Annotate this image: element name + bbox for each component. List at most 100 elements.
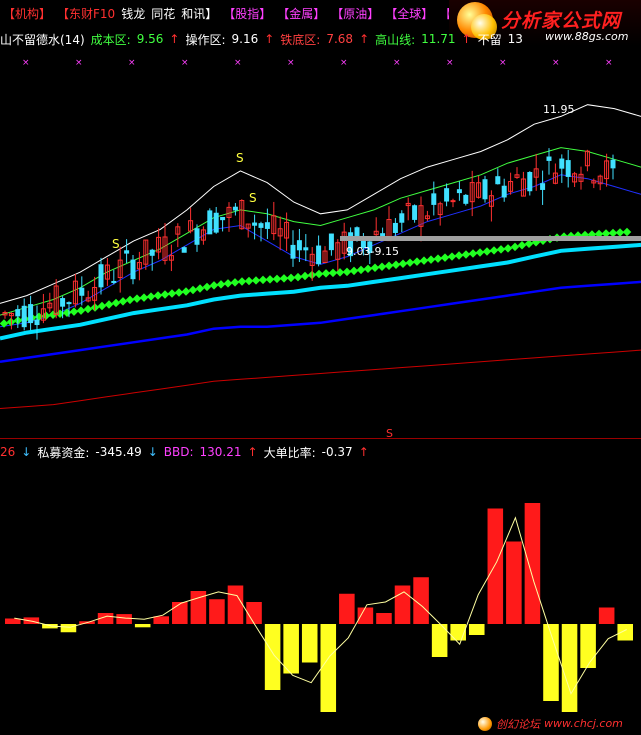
support-diamond: [475, 248, 485, 257]
candle-body: [181, 247, 187, 253]
menu-item-6[interactable]: 【金属】: [274, 0, 328, 28]
sell-signal-bottom: S: [386, 427, 393, 438]
candle-body: [194, 228, 200, 245]
support-diamond: [244, 276, 254, 286]
support-diamond: [496, 245, 506, 254]
candle-body: [149, 249, 155, 256]
candle-body: [565, 160, 571, 177]
support-diamond: [356, 265, 366, 275]
menu-item-7[interactable]: 【原油】: [328, 0, 382, 28]
support-diamond: [314, 269, 324, 279]
fund-flow-bar: [468, 624, 485, 635]
candle-body: [546, 156, 552, 161]
top-x-marker: ×: [499, 58, 507, 68]
support-diamond: [447, 252, 457, 261]
candle-body: [431, 193, 437, 205]
top-x-marker: ×: [181, 58, 189, 68]
candle-body: [399, 213, 405, 223]
support-diamond: [370, 263, 380, 273]
support-diamond: [384, 261, 394, 270]
menu-item-8[interactable]: 【全球】: [382, 0, 436, 28]
support-diamond: [517, 241, 527, 250]
support-diamond: [426, 255, 436, 264]
fund-flow-bar: [283, 624, 299, 674]
support-diamond: [195, 284, 205, 293]
main-indicator-arrow-3: ↑: [461, 32, 472, 46]
support-diamond: [398, 259, 408, 268]
candle-body: [252, 222, 258, 226]
menu-item-4[interactable]: 和讯】: [178, 0, 220, 28]
candle-body: [60, 298, 66, 307]
fund-flow-bar: [598, 607, 615, 624]
candle-body: [79, 287, 85, 296]
support-diamond: [489, 246, 499, 255]
top-x-marker: ×: [75, 58, 83, 68]
support-diamond: [454, 251, 464, 260]
support-diamond: [510, 242, 520, 252]
support-diamond: [153, 291, 163, 300]
candle-body: [527, 172, 533, 192]
support-diamond: [482, 247, 492, 256]
fund-flow-bar: [227, 585, 244, 624]
fund-flow-bar: [561, 624, 578, 712]
candle-body: [456, 189, 462, 194]
main-indicator-label-0: 成本区:: [90, 32, 131, 47]
support-diamond: [181, 287, 191, 296]
support-diamond: [391, 260, 401, 269]
support-diamond: [461, 250, 471, 259]
fund-flow-bar: [209, 599, 225, 624]
support-diamond: [209, 281, 219, 290]
main-indicator-arrow-0: ↑: [169, 32, 180, 46]
support-diamond: [202, 282, 212, 292]
candle-body: [34, 319, 40, 326]
top-x-marker: ×: [287, 58, 295, 68]
support-diamond: [167, 289, 177, 298]
candle-body: [328, 233, 334, 251]
support-diamond: [230, 278, 240, 287]
support-diamond: [468, 249, 478, 258]
candle-body: [124, 250, 130, 254]
support-diamond: [104, 300, 114, 309]
main-indicator-label-1: 操作区:: [185, 32, 226, 47]
sell-signal-2: S: [236, 151, 244, 165]
support-diamond: [146, 292, 156, 301]
support-diamond: [62, 308, 72, 317]
candle-body: [207, 210, 213, 235]
footer-url: www.chcj.com: [544, 717, 623, 730]
support-diamond: [377, 262, 387, 272]
menu-item-5[interactable]: 【股指】: [220, 0, 274, 28]
top-x-marker: ×: [393, 58, 401, 68]
candle-body: [213, 212, 219, 233]
support-diamond: [286, 273, 296, 283]
high-price-label: 11.95: [543, 103, 575, 116]
candle-body: [444, 188, 450, 202]
support-diamond: [503, 244, 513, 253]
menu-item-3[interactable]: 同花: [148, 0, 178, 28]
support-diamond: [258, 275, 268, 285]
sell-signal-1: S: [112, 237, 120, 251]
main-price-chart[interactable]: 11.95 9.03-9.15 S S S S × × × × × × × × × × × ×: [0, 48, 641, 438]
support-diamond: [363, 264, 373, 274]
candle-body: [495, 176, 501, 185]
top-x-marker: ×: [340, 58, 348, 68]
candle-body: [501, 185, 507, 198]
candle-body: [28, 304, 34, 324]
fund-flow-bar: [5, 618, 21, 624]
main-indicator-name[interactable]: 山不留德水(14): [0, 31, 85, 48]
menu-item-0[interactable]: 【机构】: [0, 0, 54, 28]
operation-band: [340, 236, 641, 241]
support-diamond: [188, 285, 198, 295]
support-diamond: [97, 301, 107, 311]
menu-item-1[interactable]: 【东财F10: [54, 0, 118, 28]
support-diamond: [433, 254, 443, 263]
main-indicator-arrow-1: ↑: [264, 32, 275, 46]
fund-flow-chart[interactable]: [0, 438, 641, 735]
footer-text: 创幻论坛: [496, 717, 540, 731]
fund-flow-bar: [580, 624, 596, 668]
menu-item-2[interactable]: 钱龙: [118, 0, 148, 28]
support-diamond: [111, 298, 121, 308]
main-indicator-value-3: 11.71: [421, 32, 456, 46]
fund-flow-bar: [116, 614, 132, 624]
support-diamond: [223, 279, 233, 288]
support-diamond: [272, 274, 282, 284]
